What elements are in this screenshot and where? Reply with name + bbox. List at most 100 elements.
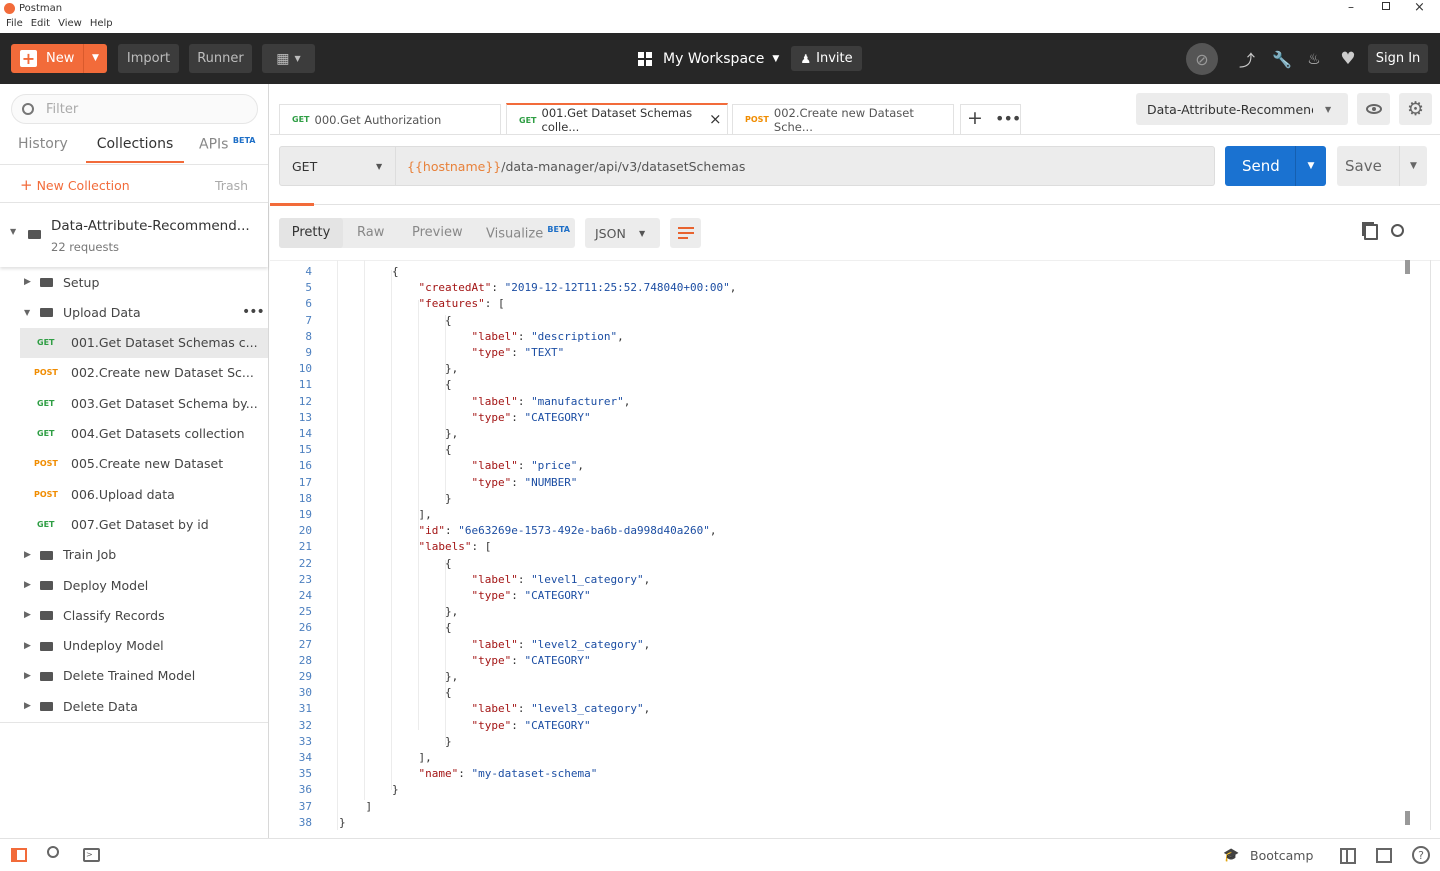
caret-right-icon[interactable]: ▶ xyxy=(24,701,31,711)
environment-select[interactable]: Data-Attribute-Recommend: ▼ xyxy=(1136,93,1348,125)
tab-history[interactable]: History xyxy=(18,136,68,152)
request-item[interactable]: POST 006.Upload data xyxy=(0,479,268,509)
eye-icon[interactable] xyxy=(1357,93,1390,125)
runner-button[interactable]: Runner xyxy=(189,44,252,73)
filter-input[interactable]: Filter xyxy=(11,94,258,124)
browse-icon[interactable] xyxy=(1376,848,1392,863)
caret-down-icon[interactable]: ▼ xyxy=(24,308,30,317)
code-line: "label": "level3_category", xyxy=(471,702,651,716)
url-path: /data-manager/api/v3/datasetSchemas xyxy=(501,158,746,174)
format-select[interactable]: JSON ▼ xyxy=(585,218,660,248)
scrollbar[interactable] xyxy=(1403,260,1411,830)
view-tab-pretty[interactable]: Pretty xyxy=(279,218,343,248)
wrench-icon[interactable]: 🔧 xyxy=(1270,47,1294,71)
method-select[interactable]: GET ▼ xyxy=(279,146,396,186)
heart-icon[interactable]: ♥ xyxy=(1336,47,1360,71)
caret-right-icon[interactable]: ▶ xyxy=(24,550,31,560)
chevron-down-icon: ▼ xyxy=(1325,104,1332,114)
request-item[interactable]: POST 005.Create new Dataset xyxy=(0,449,268,479)
request-item[interactable]: GET 004.Get Datasets collection xyxy=(0,419,268,449)
menu-edit[interactable]: Edit xyxy=(31,18,50,29)
folder-item[interactable]: ▶ Undeploy Model xyxy=(0,631,268,661)
scrollbar-thumb[interactable] xyxy=(1405,260,1410,274)
code-line: "id": "6e63269e-1573-492e-ba6b-da998d40a… xyxy=(418,524,717,538)
line-number: 4 xyxy=(305,265,312,278)
caret-right-icon[interactable]: ▶ xyxy=(24,671,31,681)
copy-icon[interactable] xyxy=(1364,224,1378,240)
folder-item[interactable]: ▶ Delete Trained Model xyxy=(0,661,268,691)
folder-label: Train Job xyxy=(63,547,117,563)
chevron-down-icon[interactable]: ▼ xyxy=(1295,146,1326,186)
add-tab-icon[interactable]: + xyxy=(967,107,983,129)
tab-method: GET xyxy=(519,115,537,125)
invite-button[interactable]: ♟ Invite xyxy=(791,46,862,71)
code-line: } xyxy=(339,783,399,797)
help-icon[interactable]: ? xyxy=(1412,846,1430,864)
code-line: "type": "CATEGORY" xyxy=(471,653,591,667)
request-tab[interactable]: GET 000.Get Authorization xyxy=(279,104,501,134)
settings-gear-icon[interactable]: ⚙ xyxy=(1399,93,1432,125)
menu-help[interactable]: Help xyxy=(90,18,113,29)
search-icon[interactable] xyxy=(1391,224,1404,237)
caret-right-icon[interactable]: ▶ xyxy=(24,277,31,287)
response-body[interactable]: 4 {5 "createdAt": "2019-12-12T11:25:52.7… xyxy=(270,260,1420,830)
tab-collections[interactable]: Collections xyxy=(86,136,184,163)
folder-item[interactable]: ▶ Delete Data xyxy=(0,691,268,721)
caret-right-icon[interactable]: ▶ xyxy=(24,641,31,651)
more-icon[interactable]: ••• xyxy=(242,304,265,320)
send-button[interactable]: Send ▼ xyxy=(1225,146,1326,186)
more-icon[interactable]: ••• xyxy=(995,109,1021,128)
caret-right-icon[interactable]: ▶ xyxy=(24,610,31,620)
code-line: "label": "manufacturer", xyxy=(471,394,631,408)
request-tab[interactable]: POST 002.Create new Dataset Sche... xyxy=(732,104,954,134)
sidebar-toggle-icon[interactable] xyxy=(11,848,27,862)
save-button[interactable]: Save ▼ xyxy=(1337,146,1427,186)
request-tab-active[interactable]: GET 001.Get Dataset Schemas colle... × xyxy=(506,103,728,135)
workspace-switcher[interactable]: My Workspace ▼ xyxy=(638,47,779,71)
folder-item[interactable]: ▶ Classify Records xyxy=(0,600,268,630)
folder-item[interactable]: ▶ Train Job xyxy=(0,540,268,570)
caret-right-icon[interactable]: ▶ xyxy=(24,580,31,590)
menu-view[interactable]: View xyxy=(58,18,82,29)
minimize-icon[interactable]: – xyxy=(1348,0,1354,14)
folder-item[interactable]: ▶ Deploy Model xyxy=(0,570,268,600)
collection-header[interactable]: ▼ Data-Attribute-Recommend... 22 request… xyxy=(0,203,268,267)
maximize-icon[interactable] xyxy=(1382,2,1390,10)
trash-link[interactable]: Trash xyxy=(215,178,248,193)
folder-upload-data[interactable]: ▼ Upload Data ••• xyxy=(0,297,268,327)
menu-file[interactable]: File xyxy=(6,18,23,29)
close-tab-icon[interactable]: × xyxy=(709,110,722,128)
wrap-lines-icon[interactable] xyxy=(670,218,701,248)
import-button[interactable]: Import xyxy=(118,44,179,73)
new-window-button[interactable]: ▦ ▼ xyxy=(262,44,315,73)
two-pane-icon[interactable] xyxy=(1340,848,1356,864)
close-icon[interactable]: × xyxy=(1414,0,1425,15)
new-collection-button[interactable]: + New Collection xyxy=(20,176,130,194)
bootcamp-icon[interactable]: 🎓 xyxy=(1223,848,1239,863)
url-input[interactable]: {{hostname}}/data-manager/api/v3/dataset… xyxy=(396,146,1215,186)
view-tab-raw[interactable]: Raw xyxy=(357,225,384,240)
sync-off-icon[interactable]: ⊘ xyxy=(1186,43,1218,75)
caret-down-icon[interactable]: ▼ xyxy=(10,227,16,236)
request-item[interactable]: GET 007.Get Dataset by id xyxy=(0,509,268,539)
chevron-down-icon[interactable]: ▼ xyxy=(83,44,107,73)
new-button[interactable]: + New ▼ xyxy=(11,44,107,73)
satellite-icon[interactable]: ⤴ xyxy=(1235,47,1259,71)
bell-icon[interactable]: ♨ xyxy=(1302,47,1326,71)
bootcamp-label[interactable]: Bootcamp xyxy=(1250,848,1313,863)
sign-in-button[interactable]: Sign In xyxy=(1368,44,1428,73)
view-tab-visualize[interactable]: Visualize BETA xyxy=(486,225,570,241)
request-item[interactable]: GET 001.Get Dataset Schemas c... xyxy=(20,327,268,358)
tab-apis[interactable]: APIs BETA xyxy=(199,136,256,153)
view-tab-preview[interactable]: Preview xyxy=(412,225,463,240)
request-item[interactable]: GET 003.Get Dataset Schema by... xyxy=(0,388,268,418)
chevron-down-icon[interactable]: ▼ xyxy=(1399,146,1427,186)
request-item[interactable]: POST 002.Create new Dataset Sc... xyxy=(0,358,268,388)
scrollbar-thumb[interactable] xyxy=(1405,811,1410,825)
folder-icon xyxy=(40,581,53,590)
find-icon[interactable] xyxy=(47,846,59,858)
line-number: 11 xyxy=(298,378,312,392)
folder-item[interactable]: ▶ Setup xyxy=(0,267,268,297)
line-number: 7 xyxy=(305,313,312,327)
console-icon[interactable]: > xyxy=(83,848,100,862)
